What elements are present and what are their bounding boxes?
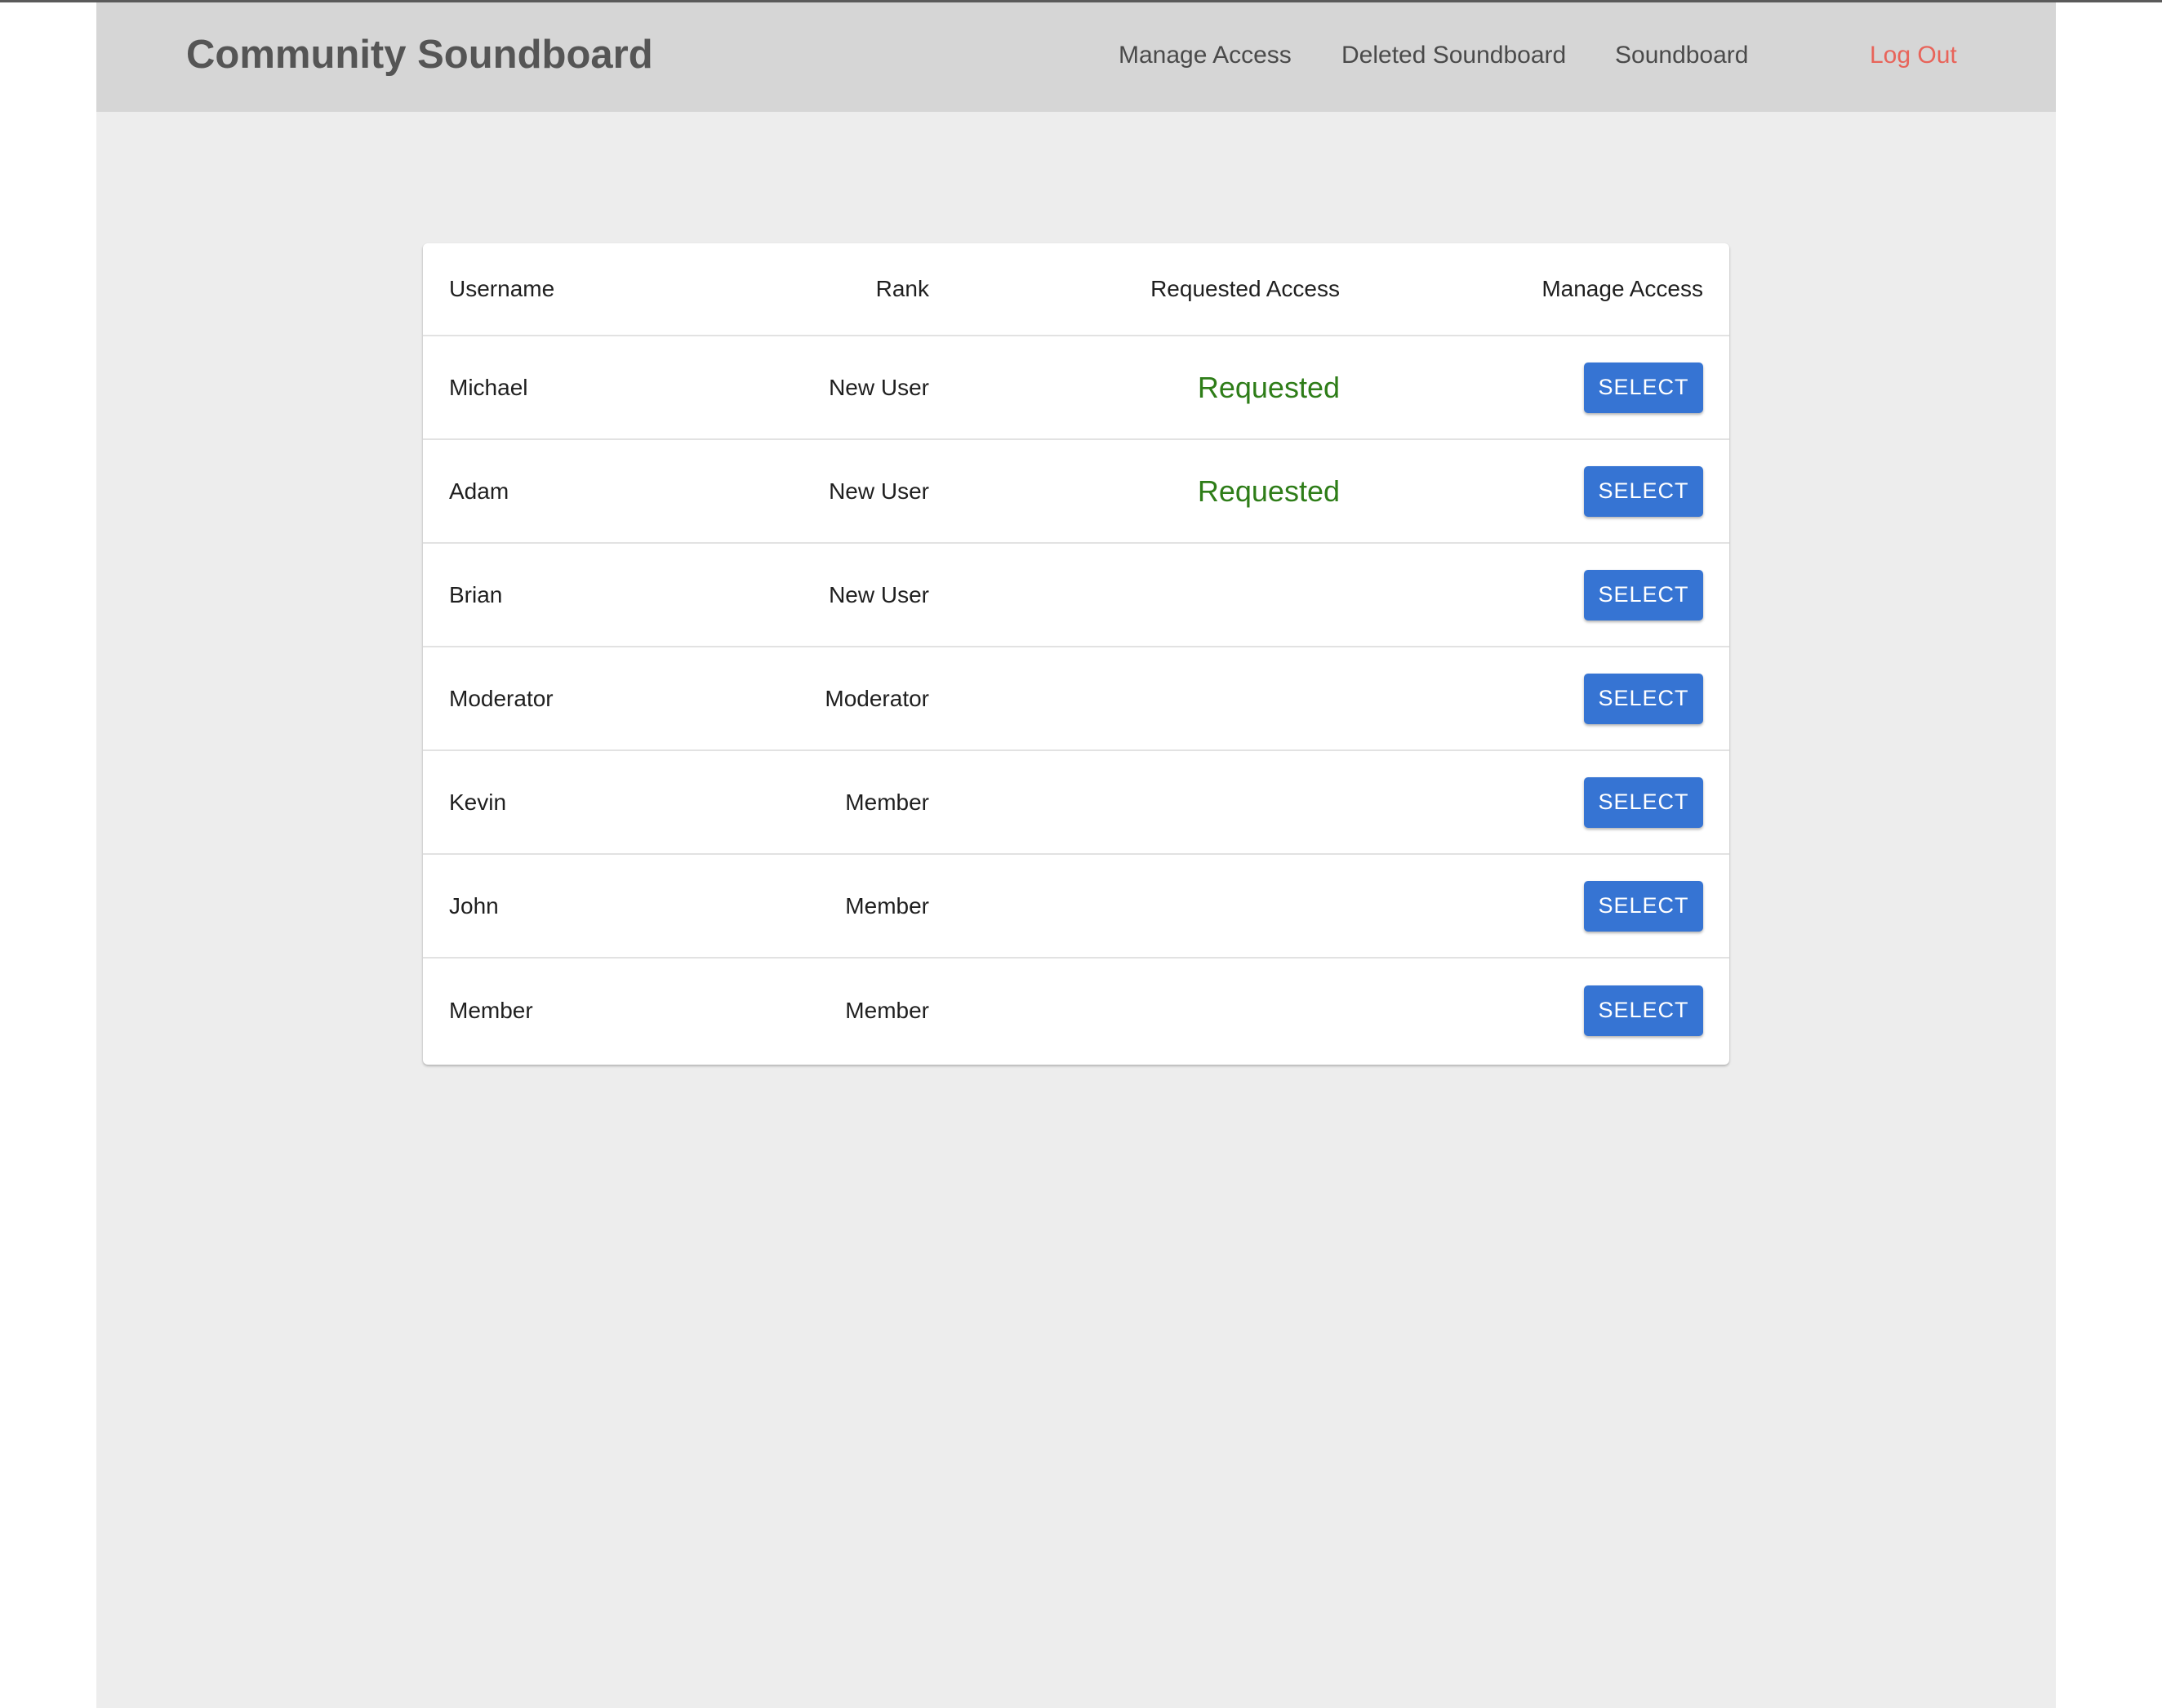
nav-link-soundboard[interactable]: Soundboard bbox=[1615, 42, 1748, 69]
column-header-manage-access: Manage Access bbox=[1541, 276, 1703, 301]
nav-link-deleted-soundboard[interactable]: Deleted Soundboard bbox=[1341, 42, 1566, 69]
rank-cell: Member bbox=[845, 892, 929, 918]
table-row: John Member SELECT bbox=[423, 855, 1729, 959]
column-header-rank: Rank bbox=[875, 276, 929, 301]
navbar: Community Soundboard Manage Access Delet… bbox=[96, 2, 2056, 112]
rank-cell: New User bbox=[829, 478, 929, 504]
username-cell: Kevin bbox=[449, 789, 507, 815]
select-button[interactable]: SELECT bbox=[1584, 985, 1703, 1036]
table-row: Member Member SELECT bbox=[423, 959, 1729, 1062]
requested-status: Requested bbox=[1197, 474, 1340, 508]
select-button[interactable]: SELECT bbox=[1584, 673, 1703, 724]
table-header-row: Username Rank Requested Access Manage Ac… bbox=[423, 243, 1729, 336]
username-cell: Adam bbox=[449, 478, 509, 504]
rank-cell: Member bbox=[845, 997, 929, 1023]
requested-status: Requested bbox=[1197, 370, 1340, 404]
log-out-link[interactable]: Log Out bbox=[1870, 42, 1957, 69]
select-button[interactable]: SELECT bbox=[1584, 362, 1703, 413]
username-cell: Moderator bbox=[449, 685, 554, 711]
table-row: Adam New User Requested SELECT bbox=[423, 440, 1729, 544]
select-button[interactable]: SELECT bbox=[1584, 465, 1703, 517]
select-button[interactable]: SELECT bbox=[1584, 880, 1703, 932]
app-container: Community Soundboard Manage Access Delet… bbox=[96, 2, 2056, 1708]
select-button[interactable]: SELECT bbox=[1584, 569, 1703, 620]
username-cell: Brian bbox=[449, 581, 503, 607]
table-row: Brian New User SELECT bbox=[423, 544, 1729, 647]
table-row: Michael New User Requested SELECT bbox=[423, 336, 1729, 440]
brand-title: Community Soundboard bbox=[186, 33, 653, 77]
column-header-username: Username bbox=[449, 276, 555, 301]
username-cell: Michael bbox=[449, 374, 528, 400]
select-button[interactable]: SELECT bbox=[1584, 776, 1703, 828]
rank-cell: New User bbox=[829, 581, 929, 607]
rank-cell: Moderator bbox=[825, 685, 929, 711]
username-cell: John bbox=[449, 892, 499, 918]
access-table: Username Rank Requested Access Manage Ac… bbox=[423, 243, 1729, 1065]
rank-cell: Member bbox=[845, 789, 929, 815]
table-row: Moderator Moderator SELECT bbox=[423, 647, 1729, 751]
column-header-requested-access: Requested Access bbox=[1150, 276, 1340, 301]
nav-link-manage-access[interactable]: Manage Access bbox=[1119, 42, 1292, 69]
username-cell: Member bbox=[449, 997, 533, 1023]
rank-cell: New User bbox=[829, 374, 929, 400]
table-row: Kevin Member SELECT bbox=[423, 751, 1729, 855]
